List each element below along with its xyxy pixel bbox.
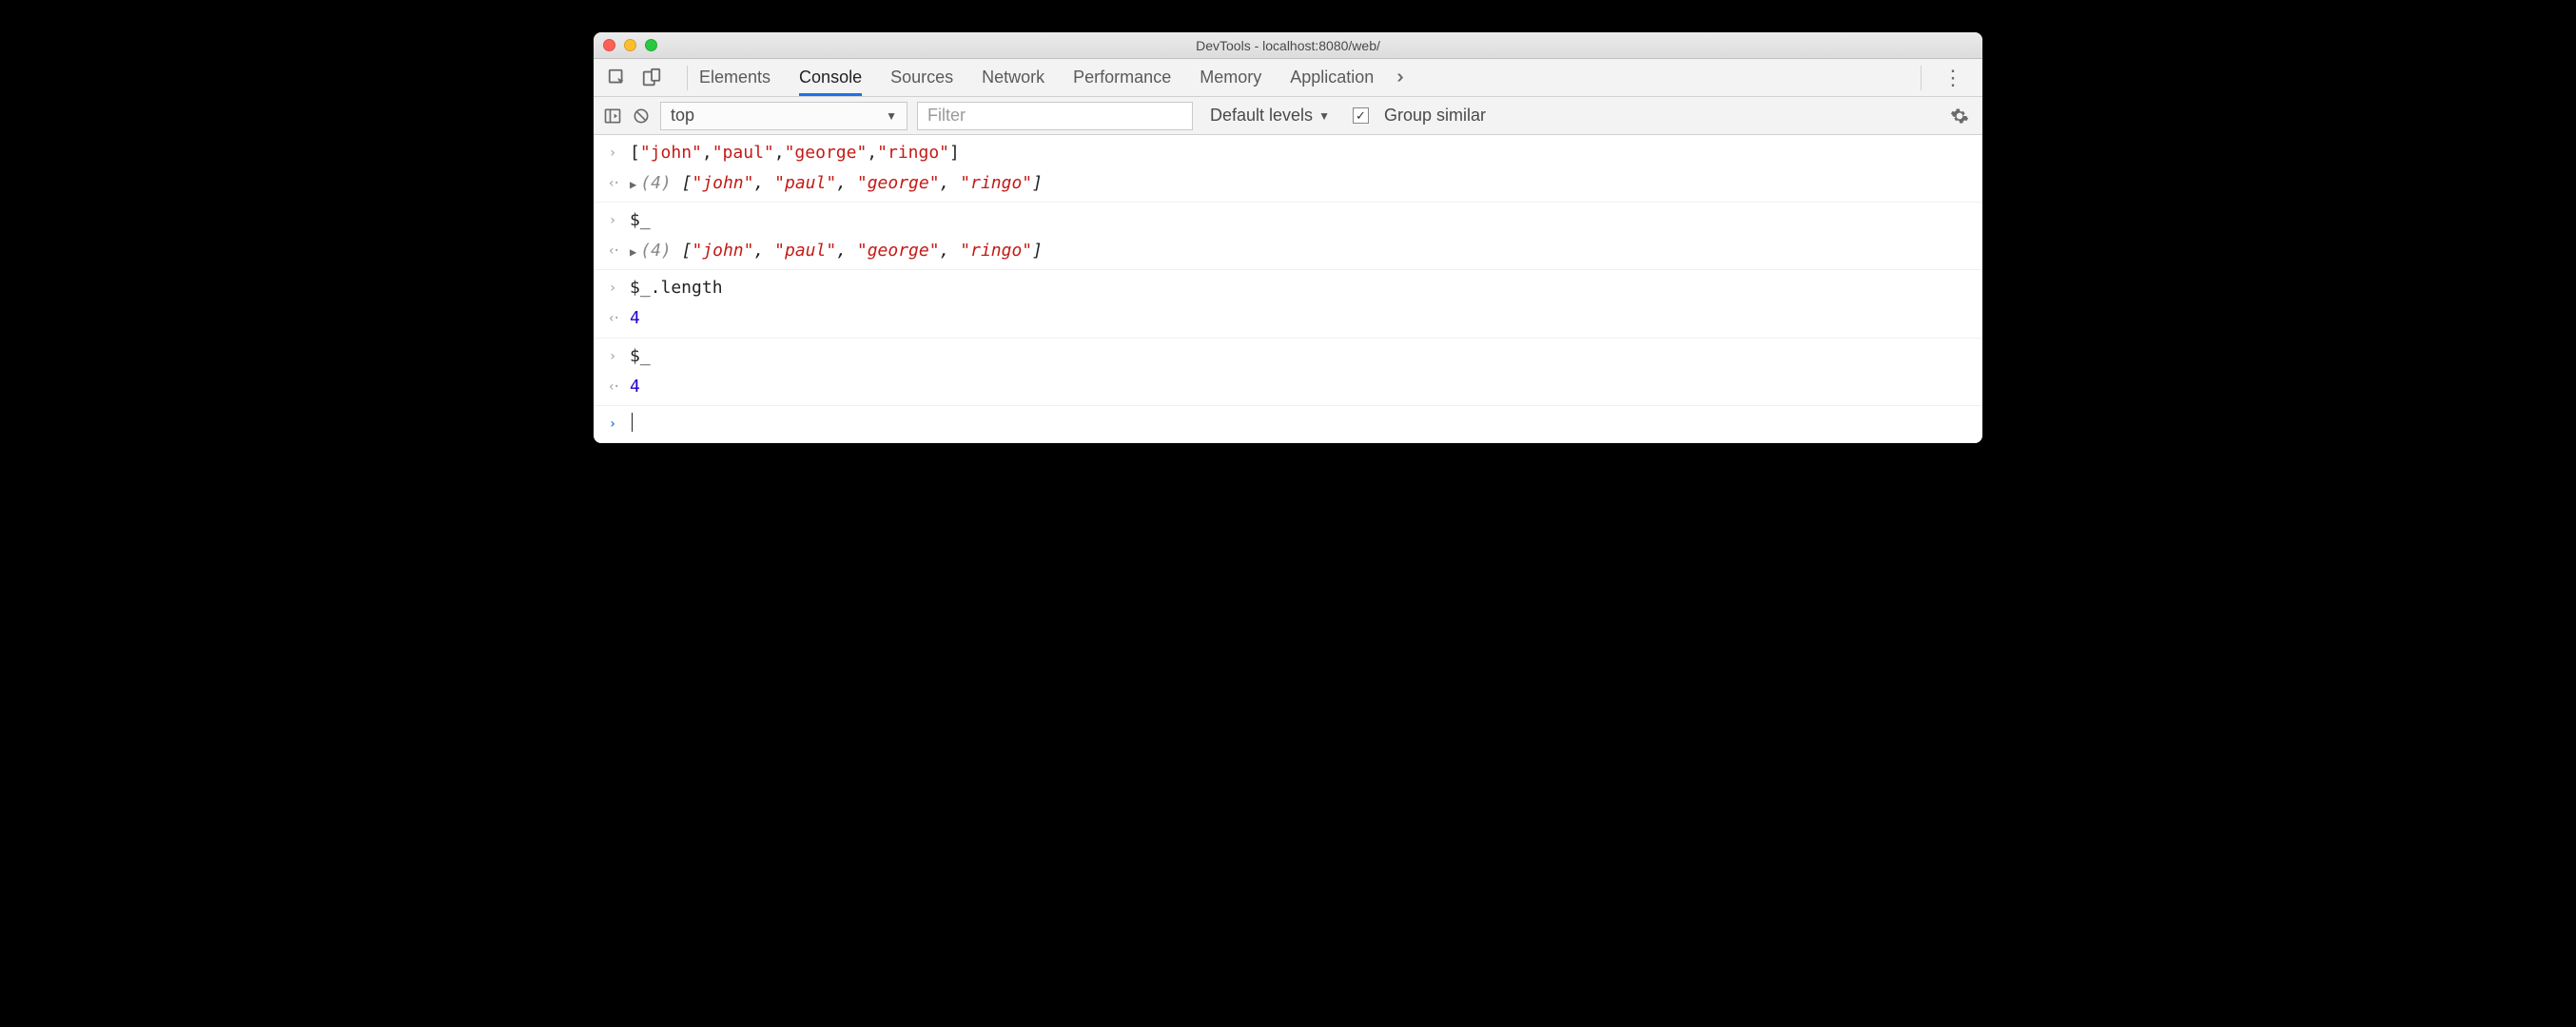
console-row-output: ‹· 4 — [594, 372, 1982, 406]
maximize-window-button[interactable] — [645, 39, 657, 51]
expand-object-icon[interactable]: ▶ — [630, 245, 640, 259]
clear-console-icon[interactable] — [632, 107, 651, 126]
console-row-content[interactable] — [630, 412, 1971, 436]
dropdown-triangle-icon: ▼ — [886, 109, 897, 123]
tab-network[interactable]: Network — [982, 59, 1044, 96]
console-row-input: › ["john","paul","george","ringo"] — [594, 135, 1982, 168]
inspect-element-icon[interactable] — [607, 68, 628, 88]
tabs-bar: Elements Console Sources Network Performance… — [594, 59, 1982, 97]
tab-memory[interactable]: Memory — [1200, 59, 1261, 96]
tab-performance[interactable]: Performance — [1073, 59, 1171, 96]
window-title: DevTools - localhost:8080/web/ — [594, 38, 1982, 53]
titlebar: DevTools - localhost:8080/web/ — [594, 32, 1982, 59]
console-row-input: › $_ — [594, 203, 1982, 236]
console-row-content: ["john","paul","george","ringo"] — [630, 141, 1971, 165]
output-marker-icon: ‹· — [605, 239, 620, 261]
prompt-marker-icon: › — [605, 412, 620, 434]
divider — [1921, 66, 1922, 90]
console-row-output: ‹· ▶(4) ["john", "paul", "george", "ringo… — [594, 168, 1982, 203]
console-toolbar: top ▼ Default levels ▼ ✓ Group similar — [594, 97, 1982, 135]
console-row-prompt: › — [594, 406, 1982, 443]
settings-menu-icon[interactable]: ⋮ — [1933, 66, 1973, 90]
console-row-input: › $_.length — [594, 270, 1982, 303]
console-row-content: ▶(4) ["john", "paul", "george", "ringo"] — [630, 171, 1971, 196]
input-marker-icon: › — [605, 208, 620, 230]
tab-elements[interactable]: Elements — [699, 59, 771, 96]
tab-console[interactable]: Console — [799, 59, 862, 96]
output-marker-icon: ‹· — [605, 375, 620, 397]
input-marker-icon: › — [605, 141, 620, 163]
output-marker-icon: ‹· — [605, 171, 620, 193]
devtools-window: DevTools - localhost:8080/web/ Elements C… — [594, 32, 1982, 443]
console-row-input: › $_ — [594, 339, 1982, 372]
log-levels-select[interactable]: Default levels ▼ — [1210, 106, 1330, 126]
console-row-output: ‹· ▶(4) ["john", "paul", "george", "ringo… — [594, 236, 1982, 270]
more-tabs-icon[interactable]: ›› — [1396, 67, 1397, 88]
console-settings-icon[interactable] — [1950, 107, 1973, 126]
console-row-content: ▶(4) ["john", "paul", "george", "ringo"] — [630, 239, 1971, 263]
console-row-content: $_.length — [630, 276, 1971, 300]
execution-context-select[interactable]: top ▼ — [660, 102, 907, 130]
console-row-content: $_ — [630, 208, 1971, 233]
output-marker-icon: ‹· — [605, 306, 620, 328]
close-window-button[interactable] — [603, 39, 615, 51]
divider — [687, 66, 688, 90]
console-output: › ["john","paul","george","ringo"] ‹· ▶(4) … — [594, 135, 1982, 443]
context-value: top — [671, 106, 694, 126]
minimize-window-button[interactable] — [624, 39, 636, 51]
input-marker-icon: › — [605, 276, 620, 298]
panel-tabs: Elements Console Sources Network Performance… — [699, 59, 1374, 96]
device-toolbar-icon[interactable] — [641, 68, 662, 88]
toggle-sidebar-icon[interactable] — [603, 107, 622, 126]
dropdown-triangle-icon: ▼ — [1318, 109, 1330, 123]
levels-label: Default levels — [1210, 106, 1313, 126]
group-similar-checkbox[interactable]: ✓ — [1353, 107, 1369, 124]
console-row-content: 4 — [630, 375, 1971, 399]
console-row-content: $_ — [630, 344, 1971, 369]
window-controls — [603, 39, 657, 51]
group-similar-label: Group similar — [1384, 106, 1486, 126]
tab-application[interactable]: Application — [1290, 59, 1374, 96]
console-row-output: ‹· 4 — [594, 303, 1982, 338]
expand-object-icon[interactable]: ▶ — [630, 178, 640, 191]
filter-input[interactable] — [917, 102, 1193, 130]
console-row-content: 4 — [630, 306, 1971, 331]
text-cursor — [632, 413, 633, 432]
input-marker-icon: › — [605, 344, 620, 366]
tab-sources[interactable]: Sources — [890, 59, 953, 96]
